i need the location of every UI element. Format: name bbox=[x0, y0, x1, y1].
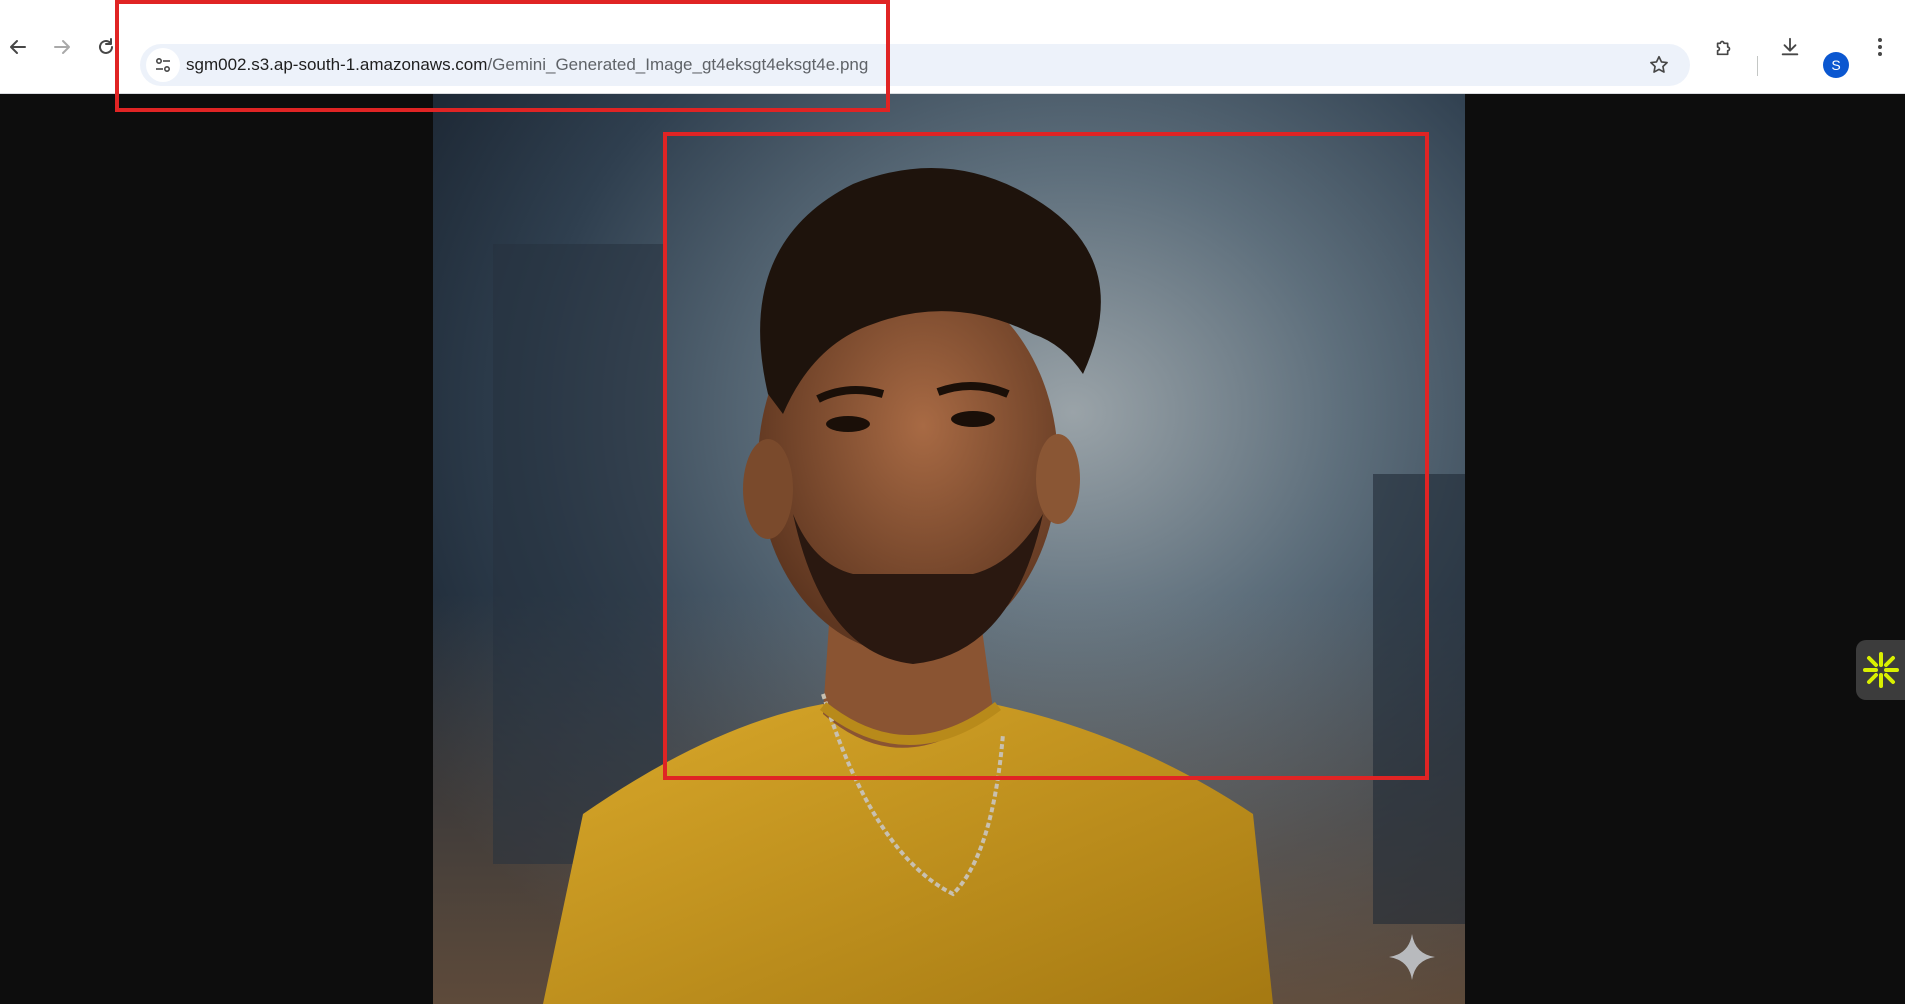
browser-menu-button[interactable] bbox=[1862, 29, 1898, 65]
bookmark-button[interactable] bbox=[1642, 48, 1676, 82]
extensions-button[interactable] bbox=[1706, 29, 1742, 65]
arrow-right-icon bbox=[54, 40, 70, 54]
face-annotation-box bbox=[663, 132, 1429, 780]
downloads-button[interactable] bbox=[1772, 29, 1808, 65]
toolbar-divider bbox=[1757, 56, 1758, 76]
asterisk-burst-icon bbox=[1862, 652, 1899, 688]
reload-icon bbox=[99, 38, 113, 54]
puzzle-icon bbox=[1716, 40, 1731, 56]
side-widget-button[interactable] bbox=[1856, 640, 1905, 700]
kebab-menu-icon bbox=[1878, 38, 1882, 56]
url-annotation-box bbox=[115, 0, 890, 112]
download-icon bbox=[1781, 37, 1799, 56]
star-icon bbox=[1650, 55, 1668, 73]
forward-button[interactable] bbox=[44, 29, 80, 65]
profile-avatar[interactable]: S bbox=[1823, 52, 1849, 78]
arrow-left-icon bbox=[10, 40, 26, 54]
back-button[interactable] bbox=[0, 29, 36, 65]
sparkle-icon bbox=[1389, 934, 1435, 980]
